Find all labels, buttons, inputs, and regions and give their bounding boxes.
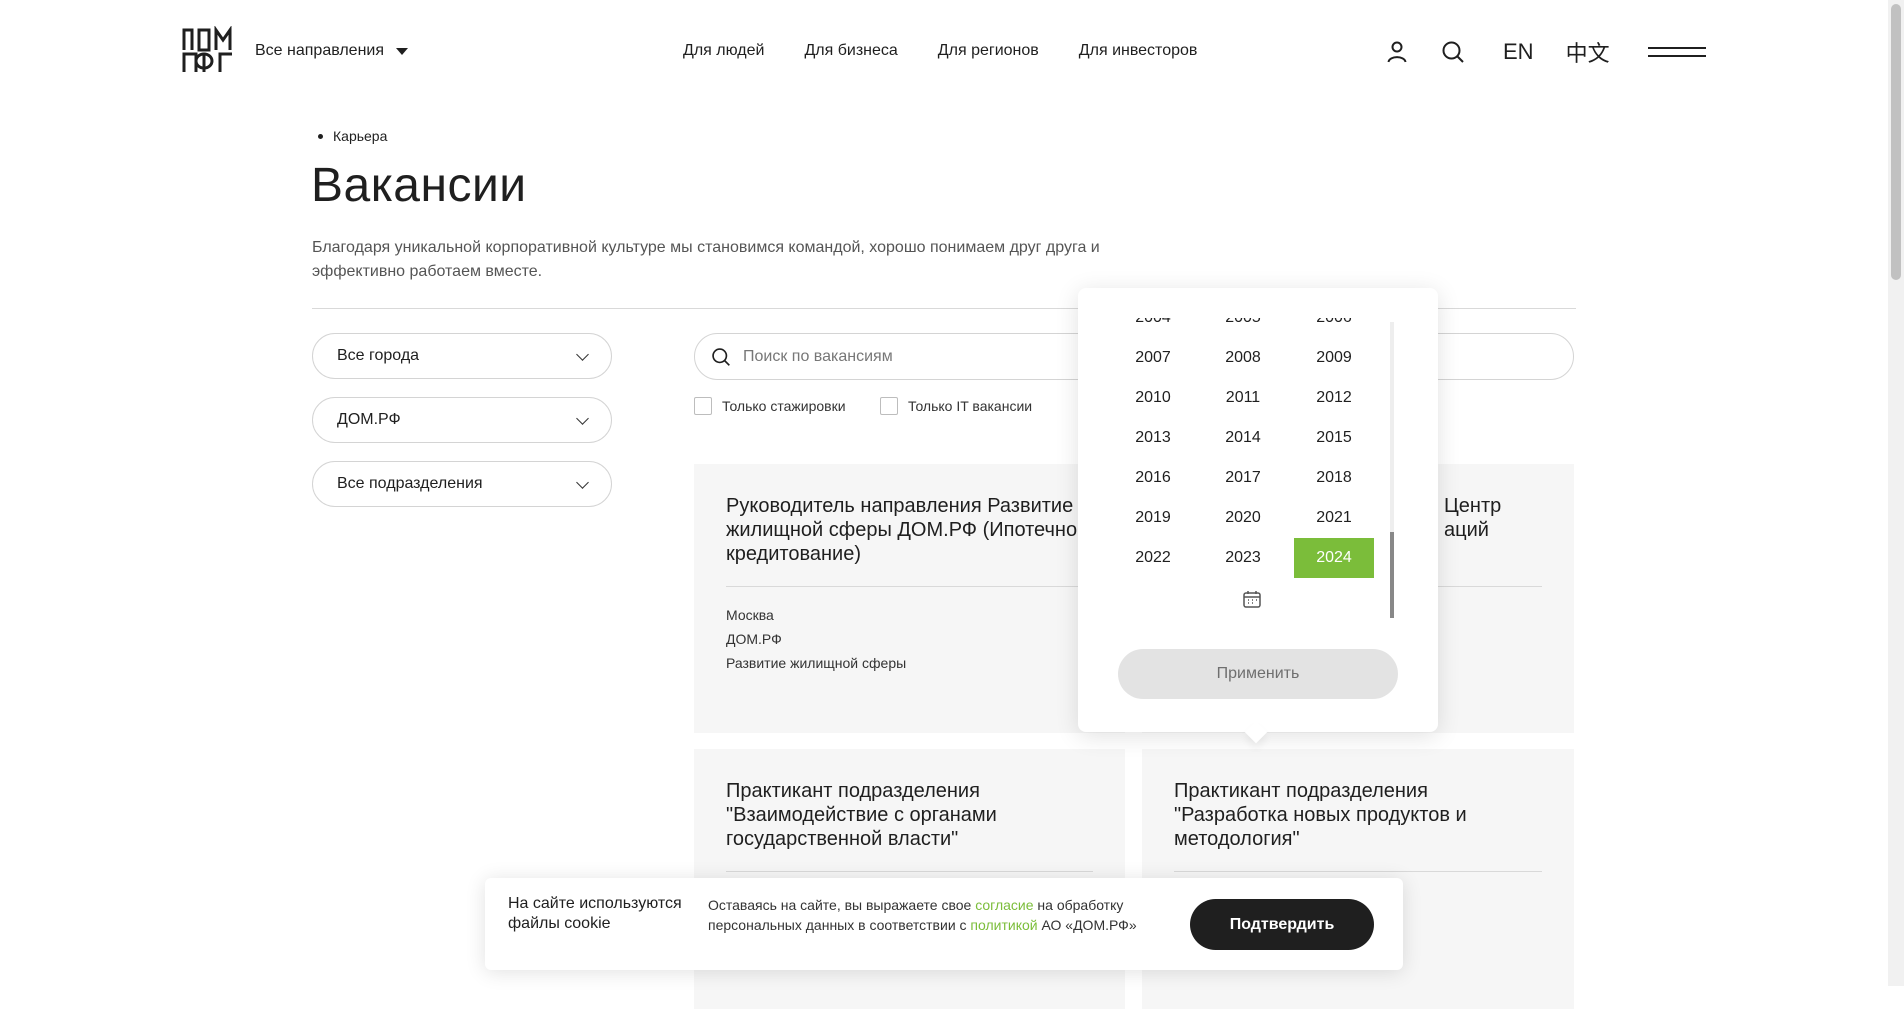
- page-title: Вакансии: [311, 159, 527, 212]
- city-select[interactable]: Все города: [312, 333, 612, 379]
- confirm-cookie-button[interactable]: Подтвердить: [1190, 899, 1374, 950]
- it-label: Только IT вакансии: [908, 398, 1033, 414]
- vacancy-title[interactable]: Практикант подразделения "Разработка нов…: [1174, 779, 1542, 851]
- vacancy-city: Москва: [726, 607, 774, 623]
- year-option-2011[interactable]: 2011: [1203, 378, 1283, 418]
- vacancy-company: ДОМ.РФ: [726, 631, 782, 647]
- year-scrollbar-thumb[interactable]: [1390, 532, 1394, 618]
- nav-for-business[interactable]: Для бизнеса: [804, 42, 897, 60]
- cookie-text-part: АО «ДОМ.РФ»: [1037, 917, 1137, 933]
- search-icon[interactable]: [1441, 40, 1465, 64]
- cookie-title: На сайте используются файлы cookie: [508, 895, 682, 932]
- calendar-icon[interactable]: [1242, 589, 1262, 609]
- nav-for-investors[interactable]: Для инвесторов: [1079, 42, 1198, 60]
- year-option-2017[interactable]: 2017: [1203, 458, 1283, 498]
- year-grid[interactable]: 2004 2005 2006 20072008 2009 20102011 2012 2013…: [1110, 318, 1390, 616]
- all-directions-label: Все направления: [255, 42, 385, 59]
- vacancy-card[interactable]: Руководитель направления Развитие жилищн…: [694, 464, 1125, 733]
- domrf-logo[interactable]: [182, 26, 234, 76]
- top-navigation: Для людей Для бизнеса Для регионов Для и…: [683, 42, 1197, 60]
- year-option-2008[interactable]: 2008: [1203, 338, 1283, 378]
- division-select-label: Все подразделения: [337, 475, 483, 492]
- year-option-2022[interactable]: 2022: [1113, 538, 1193, 578]
- chevron-down-icon: [576, 411, 589, 425]
- year-option-2004[interactable]: 2004: [1113, 318, 1193, 338]
- vacancy-division: Развитие жилищной сферы: [726, 655, 907, 671]
- apply-button[interactable]: Применить: [1118, 649, 1398, 699]
- year-option-2009[interactable]: 2009: [1294, 338, 1374, 378]
- year-option-2006[interactable]: 2006: [1294, 318, 1374, 338]
- chevron-down-icon: [576, 475, 589, 489]
- year-option-2007[interactable]: 2007: [1113, 338, 1193, 378]
- year-option-2019[interactable]: 2019: [1113, 498, 1193, 538]
- year-option-2018[interactable]: 2018: [1294, 458, 1374, 498]
- year-option-2005[interactable]: 2005: [1203, 318, 1283, 338]
- nav-for-people[interactable]: Для людей: [683, 42, 764, 60]
- year-option-2021[interactable]: 2021: [1294, 498, 1374, 538]
- card-divider: [726, 586, 1093, 587]
- user-icon[interactable]: [1385, 40, 1409, 64]
- lang-zh[interactable]: 中文: [1566, 36, 1610, 68]
- vacancy-title[interactable]: Руководитель направления Развитие жилищн…: [726, 494, 1093, 566]
- city-select-label: Все города: [337, 347, 420, 364]
- year-option-2012[interactable]: 2012: [1294, 378, 1374, 418]
- consent-link[interactable]: согласие: [975, 897, 1033, 913]
- breadcrumb-career[interactable]: Карьера: [333, 128, 387, 144]
- year-option-2024[interactable]: 2024: [1294, 538, 1374, 578]
- all-directions-dropdown[interactable]: Все направления: [255, 42, 409, 60]
- division-select[interactable]: Все подразделения: [312, 461, 612, 507]
- checkbox-box[interactable]: [880, 397, 898, 415]
- vacancy-title-fragment[interactable]: Центр: [1444, 494, 1542, 518]
- lang-en[interactable]: EN: [1503, 39, 1534, 65]
- nav-for-regions[interactable]: Для регионов: [938, 42, 1039, 60]
- year-option-2014[interactable]: 2014: [1203, 418, 1283, 458]
- year-option-2010[interactable]: 2010: [1113, 378, 1193, 418]
- bullet-icon: [318, 133, 323, 139]
- year-option-2023[interactable]: 2023: [1203, 538, 1283, 578]
- page-lead: Благодаря уникальной корпоративной культ…: [312, 239, 1100, 280]
- checkbox-box[interactable]: [694, 397, 712, 415]
- breadcrumb: Карьера: [318, 128, 387, 144]
- card-divider: [726, 871, 1093, 872]
- chevron-down-icon: [576, 347, 589, 361]
- policy-link[interactable]: политикой: [970, 917, 1037, 933]
- caret-down-icon: [396, 47, 409, 55]
- year-option-2015[interactable]: 2015: [1294, 418, 1374, 458]
- menu-burger-icon[interactable]: [1647, 44, 1706, 60]
- internship-checkbox[interactable]: Только стажировки: [694, 397, 846, 415]
- cookie-text: Оставаясь на сайте, вы выражаете свое со…: [708, 895, 1178, 935]
- vacancy-title[interactable]: Практикант подразделения "Взаимодействие…: [726, 779, 1093, 851]
- header-actions: EN 中文: [1385, 34, 1706, 70]
- it-checkbox[interactable]: Только IT вакансии: [880, 397, 1032, 415]
- company-select-label: ДОМ.РФ: [337, 411, 401, 428]
- page-scrollbar-thumb[interactable]: [1891, 4, 1901, 280]
- search-icon: [712, 347, 730, 366]
- company-select[interactable]: ДОМ.РФ: [312, 397, 612, 443]
- year-option-2013[interactable]: 2013: [1113, 418, 1193, 458]
- year-option-2016[interactable]: 2016: [1113, 458, 1193, 498]
- card-divider: [1174, 871, 1542, 872]
- cookie-text-part: Оставаясь на сайте, вы выражаете свое: [708, 897, 976, 913]
- year-option-2020[interactable]: 2020: [1203, 498, 1283, 538]
- vacancy-title-fragment[interactable]: аций: [1444, 518, 1542, 542]
- internship-label: Только стажировки: [722, 398, 846, 414]
